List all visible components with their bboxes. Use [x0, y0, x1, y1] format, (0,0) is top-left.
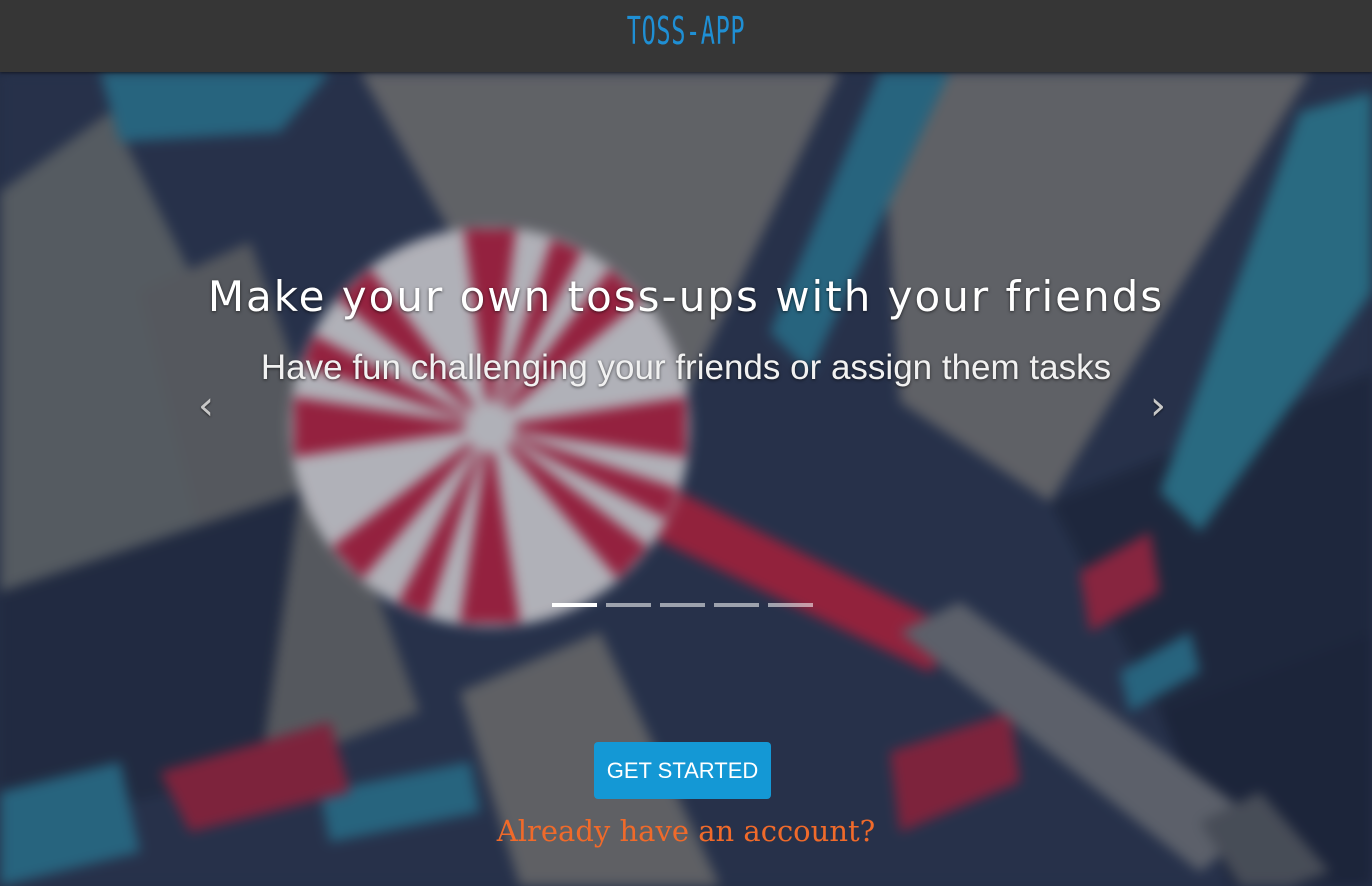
hero-carousel: Make your own toss-ups with your friends… — [0, 72, 1372, 886]
app-logo[interactable]: TOSS-APP — [261, 8, 1112, 54]
carousel-indicators — [552, 603, 813, 607]
carousel-next-arrow-icon[interactable]: › — [1138, 384, 1178, 428]
carousel-indicator-3[interactable] — [660, 603, 705, 607]
hero-subline: Have fun challenging your friends or ass… — [260, 348, 1112, 387]
carousel-indicator-2[interactable] — [606, 603, 651, 607]
carousel-indicator-1[interactable] — [552, 603, 597, 607]
carousel-prev-arrow-icon[interactable]: ‹ — [186, 384, 226, 428]
hero-headline: Make your own toss-ups with your friends — [207, 272, 1165, 321]
get-started-button[interactable]: GET STARTED — [594, 742, 771, 799]
already-have-account-link[interactable]: Already have an account? — [0, 814, 1372, 848]
carousel-indicator-5[interactable] — [768, 603, 813, 607]
top-navbar: TOSS-APP — [0, 0, 1372, 72]
carousel-indicator-4[interactable] — [714, 603, 759, 607]
